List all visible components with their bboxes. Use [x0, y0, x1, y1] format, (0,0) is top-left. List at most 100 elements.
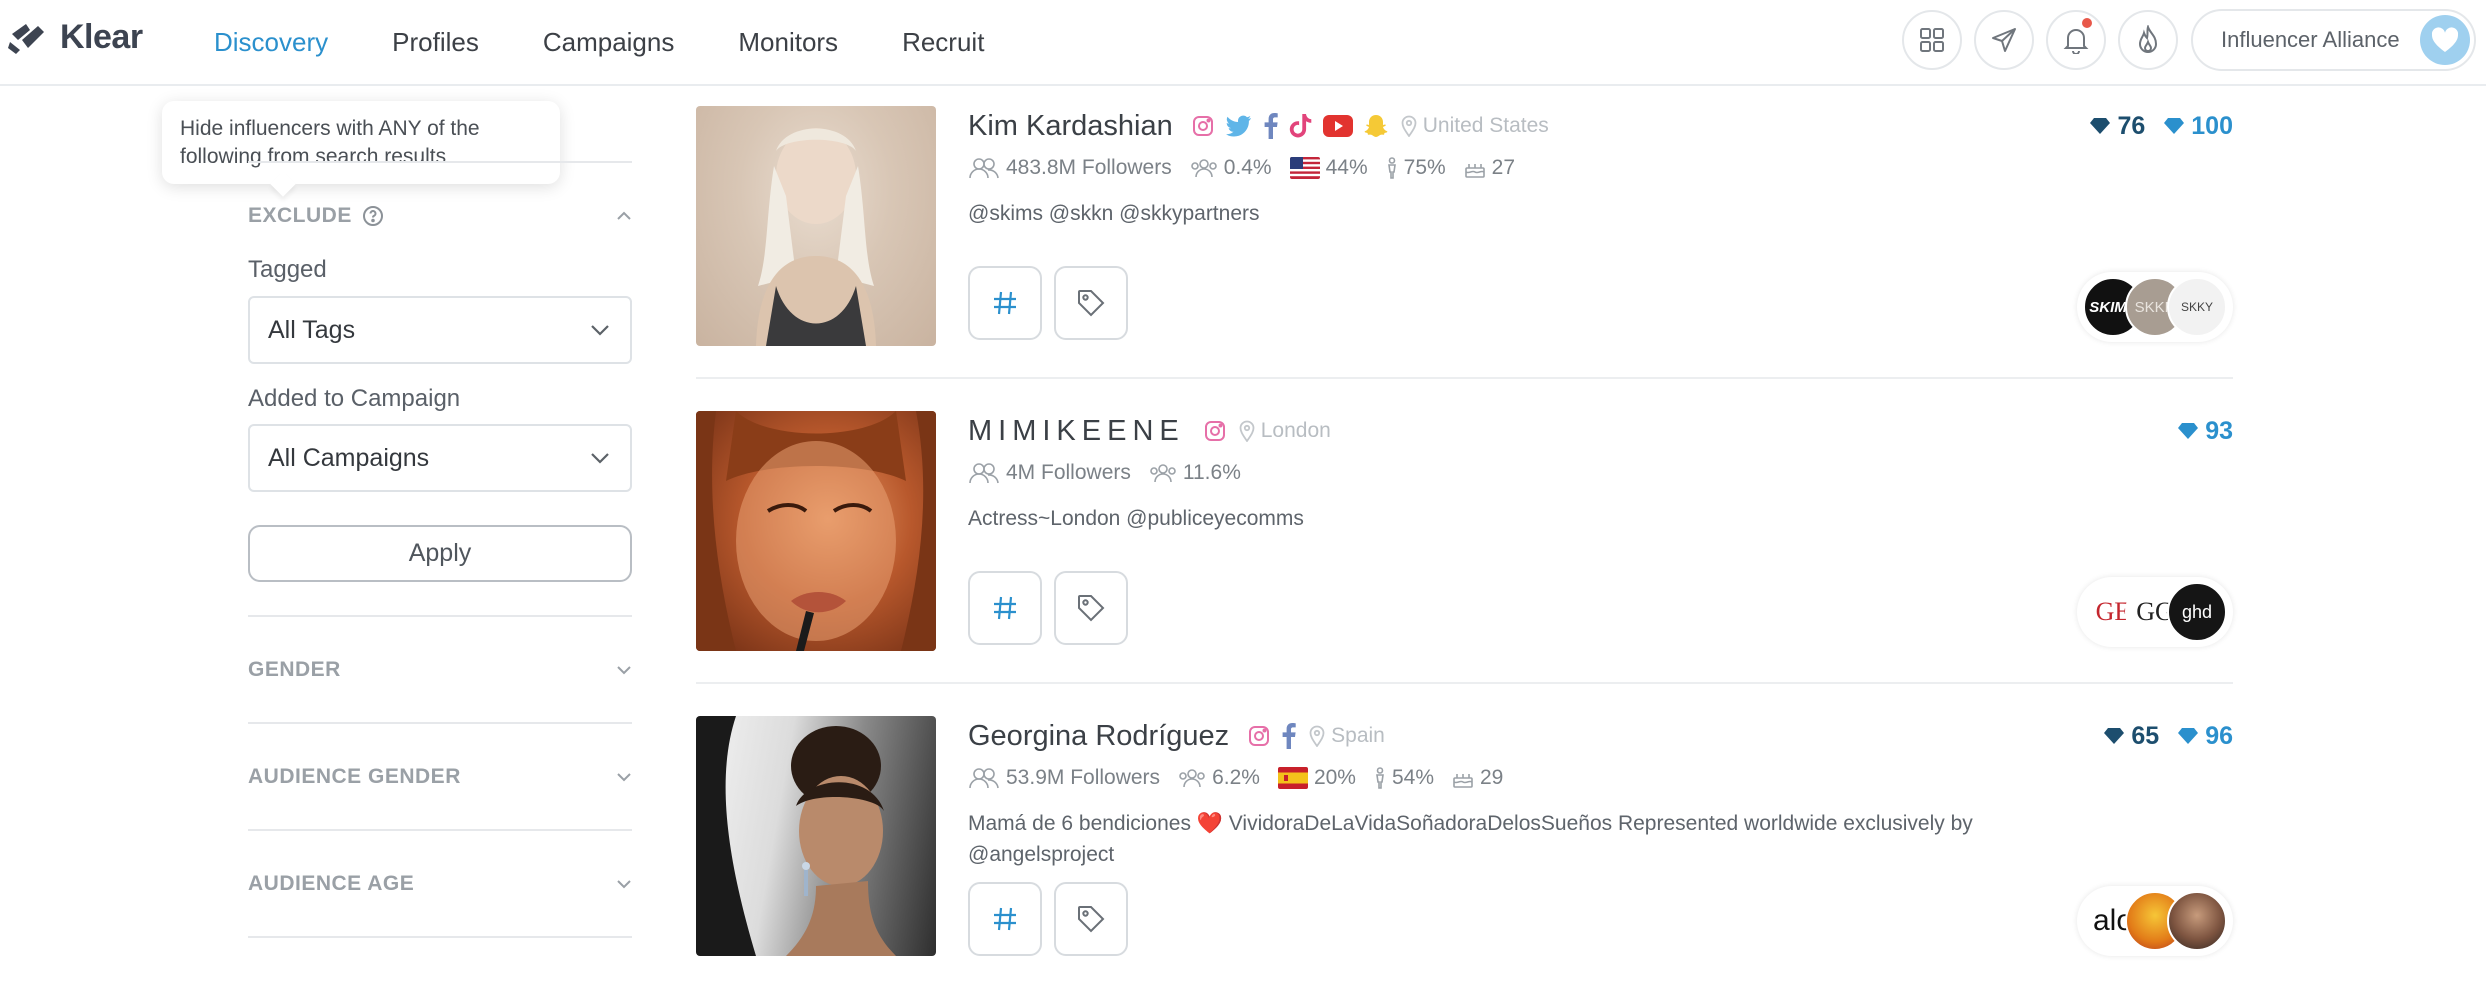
influencer-name[interactable]: MIMIKEENE — [968, 415, 1185, 448]
klear-logo-icon — [8, 23, 44, 54]
hashtag-icon — [994, 907, 1016, 931]
followers-icon — [969, 768, 999, 789]
influencer-name[interactable]: Kim Kardashian — [968, 110, 1173, 143]
audience-gender-title: AUDIENCE GENDER — [248, 765, 461, 788]
exclude-section-header[interactable]: EXCLUDE — [248, 199, 632, 233]
apps-button[interactable] — [1902, 10, 1962, 70]
brand-logos[interactable]: alo B2 B3 — [2077, 886, 2233, 956]
top-navigation-bar: Klear Discovery Profiles Campaigns Monit… — [0, 0, 2486, 86]
influencer-bio: @skims @skkn @skkypartners — [968, 202, 1260, 225]
nav-campaigns[interactable]: Campaigns — [543, 27, 675, 58]
tagged-label: Tagged — [248, 256, 327, 283]
hashtag-button[interactable] — [968, 571, 1042, 645]
diamond-icon — [2090, 118, 2111, 134]
tagged-value: All Tags — [268, 315, 356, 344]
tagged-select[interactable]: All Tags — [248, 296, 632, 364]
facebook-icon[interactable] — [1281, 723, 1297, 749]
influencer-photo[interactable] — [696, 411, 936, 651]
hashtag-button[interactable] — [968, 266, 1042, 340]
audience-gender-section-header[interactable]: AUDIENCE GENDER — [248, 760, 632, 794]
messages-button[interactable] — [1974, 10, 2034, 70]
chevron-down-icon — [617, 666, 631, 675]
chevron-down-icon — [617, 880, 631, 889]
influencer-photo[interactable] — [696, 106, 936, 346]
account-avatar — [2420, 15, 2470, 65]
gender-section-header[interactable]: GENDER — [248, 653, 632, 687]
gender-icon — [1376, 767, 1384, 789]
tag-button[interactable] — [1054, 882, 1128, 956]
instagram-icon[interactable] — [1203, 419, 1227, 443]
location-pin-icon — [1239, 420, 1255, 442]
engagement-icon — [1150, 464, 1176, 483]
nav-profiles[interactable]: Profiles — [392, 27, 479, 58]
trending-button[interactable] — [2118, 10, 2178, 70]
tag-button[interactable] — [1054, 571, 1128, 645]
location-pin-icon — [1309, 725, 1325, 747]
tag-icon — [1078, 290, 1105, 317]
influencer-location: United States — [1422, 114, 1549, 137]
chevron-down-icon — [591, 325, 609, 336]
score-value: 76 — [2117, 111, 2146, 140]
diamond-icon — [2164, 118, 2185, 134]
influencer-card: MIMIKEENE London 4M Followers 11.6% Actr… — [696, 411, 2233, 717]
sidebar-divider — [248, 829, 632, 831]
klear-logo[interactable]: Klear — [8, 18, 143, 57]
instagram-icon[interactable] — [1191, 114, 1215, 138]
chevron-down-icon — [617, 773, 631, 782]
brand-logos[interactable]: SKIMS SKKN SKKY — [2077, 272, 2233, 342]
facebook-icon[interactable] — [1263, 113, 1279, 139]
snapchat-icon[interactable] — [1363, 113, 1389, 139]
instagram-icon[interactable] — [1247, 724, 1271, 748]
followers-count: 4M Followers — [1006, 461, 1131, 484]
account-menu[interactable]: Influencer Alliance — [2191, 9, 2476, 71]
account-name: Influencer Alliance — [2221, 27, 2400, 52]
tag-button[interactable] — [1054, 266, 1128, 340]
followers-count: 53.9M Followers — [1006, 766, 1161, 789]
diamond-icon — [2178, 728, 2199, 744]
gender-title: GENDER — [248, 658, 341, 681]
apply-button[interactable]: Apply — [248, 525, 632, 582]
hashtag-button[interactable] — [968, 882, 1042, 956]
youtube-icon[interactable] — [1322, 115, 1353, 137]
diamond-icon — [2104, 728, 2125, 744]
influencer-bio: Mamá de 6 bendiciones ❤️ VividoraDeLaVid… — [968, 812, 1973, 866]
notifications-button[interactable] — [2046, 10, 2106, 70]
exclude-title: EXCLUDE — [248, 204, 352, 227]
nav-discovery[interactable]: Discovery — [214, 27, 328, 58]
es-flag-graphic — [1277, 767, 1308, 789]
es-flag — [1277, 767, 1308, 789]
main-nav: Discovery Profiles Campaigns Monitors Re… — [214, 0, 1048, 84]
gender-icon — [1387, 157, 1396, 179]
nav-recruit[interactable]: Recruit — [902, 27, 984, 58]
influencer-card: Kim Kardashian United States 483.8M Foll… — [696, 106, 2233, 412]
campaign-select[interactable]: All Campaigns — [248, 424, 632, 492]
nav-monitors[interactable]: Monitors — [738, 27, 838, 58]
country-share: 20% — [1313, 766, 1356, 789]
help-icon[interactable] — [362, 205, 384, 227]
app-name: Klear — [60, 18, 143, 56]
audience-age: 27 — [1491, 156, 1516, 179]
brand-logo: SKKY — [2167, 277, 2227, 337]
engagement-icon — [1190, 159, 1217, 178]
chevron-up-icon — [617, 211, 631, 220]
score-value: 93 — [2205, 416, 2233, 445]
engagement-rate: 6.2% — [1212, 766, 1260, 789]
engagement-icon — [1179, 769, 1205, 788]
tiktok-icon[interactable] — [1289, 113, 1313, 139]
influencer-name[interactable]: Georgina Rodríguez — [968, 720, 1229, 753]
brand-logo: ghd — [2167, 582, 2227, 642]
score-value: 100 — [2191, 111, 2233, 140]
influencer-bio: Actress~London @publiceyecomms — [968, 507, 1304, 530]
score-value: 96 — [2205, 721, 2233, 750]
chevron-down-icon — [591, 453, 609, 464]
audience-age: 29 — [1480, 766, 1504, 789]
followers-count: 483.8M Followers — [1006, 156, 1172, 179]
influencer-location: Spain — [1331, 724, 1385, 747]
influencer-location: London — [1260, 419, 1331, 442]
brand-logos[interactable]: GE GG ghd — [2077, 577, 2233, 647]
card-divider — [696, 682, 2233, 684]
audience-age-section-header[interactable]: AUDIENCE AGE — [248, 867, 632, 901]
sidebar-divider — [248, 722, 632, 724]
influencer-photo[interactable] — [696, 716, 936, 956]
twitter-icon[interactable] — [1225, 114, 1253, 138]
